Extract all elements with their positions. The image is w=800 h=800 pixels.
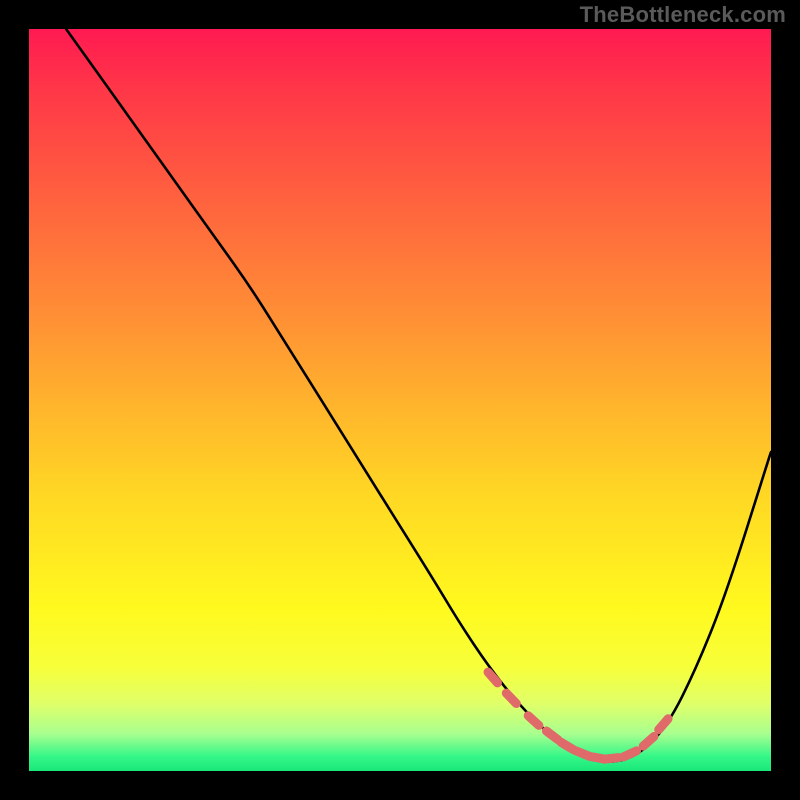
- marker-dash: [528, 716, 539, 726]
- marker-dash: [546, 731, 558, 740]
- watermark-text: TheBottleneck.com: [580, 2, 786, 28]
- curve-layer: [29, 29, 771, 771]
- marker-dash: [604, 758, 618, 760]
- marker-dash: [506, 693, 516, 703]
- highlighted-range-markers: [488, 672, 668, 759]
- plot-area: [29, 29, 771, 771]
- chart-root: TheBottleneck.com: [0, 0, 800, 800]
- bottleneck-curve: [66, 29, 771, 762]
- marker-dash: [659, 719, 668, 730]
- marker-dash: [624, 751, 637, 757]
- marker-dash: [643, 737, 654, 747]
